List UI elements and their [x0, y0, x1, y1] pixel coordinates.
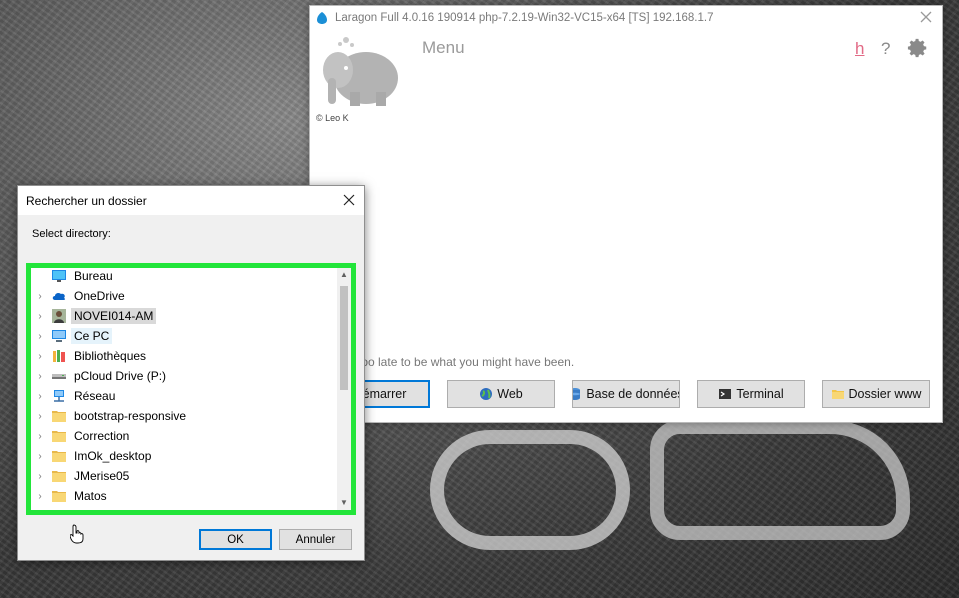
- www-folder-button-label: Dossier www: [848, 387, 922, 401]
- chevron-right-icon[interactable]: ›: [35, 471, 45, 482]
- help-button[interactable]: ?: [881, 39, 890, 59]
- computer-icon: [52, 330, 66, 342]
- tree-item[interactable]: › Ce PC: [31, 326, 113, 346]
- tree-item-label: Bibliothèques: [74, 349, 147, 363]
- tree-item[interactable]: › NOVEI014-AM: [31, 306, 157, 326]
- copyright-text: © Leo K: [316, 113, 349, 123]
- web-button[interactable]: Web: [447, 380, 555, 408]
- terminal-button[interactable]: Terminal: [697, 380, 805, 408]
- laragon-title: Laragon Full 4.0.16 190914 php-7.2.19-Wi…: [335, 12, 714, 24]
- wallpaper-shape: [430, 430, 630, 550]
- chevron-right-icon[interactable]: ›: [35, 311, 45, 322]
- dialog-titlebar[interactable]: Rechercher un dossier: [18, 186, 364, 215]
- folder-icon: [52, 431, 66, 442]
- folder-icon: [52, 411, 66, 422]
- select-directory-label: Select directory:: [32, 228, 111, 240]
- cancel-button[interactable]: Annuler: [279, 529, 352, 550]
- folder-tree-list: Bureau › OneDrive › NOVEI014-AM › Ce PC › Biblio…: [31, 268, 351, 510]
- chevron-right-icon[interactable]: ›: [35, 391, 45, 402]
- elephant-logo: [323, 37, 398, 106]
- tree-item[interactable]: › JMerise05: [31, 466, 132, 486]
- tree-item[interactable]: › Réseau: [31, 386, 118, 406]
- scroll-down-arrow[interactable]: ▼: [337, 496, 351, 510]
- wallpaper-shape: [650, 420, 910, 540]
- database-button[interactable]: Base de données: [572, 380, 680, 408]
- help-h-link[interactable]: h: [855, 39, 864, 59]
- chevron-right-icon[interactable]: ›: [35, 331, 45, 342]
- tree-item-label: pCloud Drive (P:): [74, 369, 167, 383]
- chevron-right-icon[interactable]: ›: [35, 491, 45, 502]
- terminal-button-label: Terminal: [736, 387, 784, 401]
- laragon-app-icon: [317, 12, 327, 24]
- menu-button[interactable]: Menu: [422, 38, 465, 58]
- tree-item-label: ImOk_desktop: [74, 449, 152, 463]
- chevron-right-icon[interactable]: ›: [35, 291, 45, 302]
- folder-icon: [52, 451, 66, 462]
- web-button-label: Web: [497, 387, 523, 401]
- scroll-thumb[interactable]: [340, 286, 348, 390]
- database-button-label: Base de données: [586, 387, 680, 401]
- ok-button[interactable]: OK: [199, 529, 272, 550]
- tree-item-label: OneDrive: [74, 289, 125, 303]
- dialog-title: Rechercher un dossier: [26, 193, 147, 208]
- globe-icon: [480, 388, 493, 400]
- chevron-right-icon[interactable]: ›: [35, 451, 45, 462]
- tree-item-label: Correction: [74, 429, 130, 443]
- folder-picker-dialog: Rechercher un dossier Select directory: …: [17, 185, 365, 561]
- hand-cursor-icon: [70, 524, 84, 544]
- chevron-right-icon[interactable]: ›: [35, 351, 45, 362]
- close-icon[interactable]: [918, 9, 934, 25]
- gear-icon[interactable]: [907, 37, 929, 59]
- tree-item-label: Bureau: [74, 269, 113, 283]
- tree-item[interactable]: Bureau: [31, 268, 116, 286]
- chevron-right-icon[interactable]: ›: [35, 411, 45, 422]
- www-folder-button[interactable]: Dossier www: [822, 380, 930, 408]
- close-icon[interactable]: [342, 193, 356, 207]
- folder-icon: [52, 491, 66, 502]
- laragon-titlebar[interactable]: Laragon Full 4.0.16 190914 php-7.2.19-Wi…: [310, 6, 942, 30]
- tree-item-label: NOVEI014-AM: [71, 308, 157, 324]
- tree-item-label: Réseau: [74, 389, 116, 403]
- scroll-up-arrow[interactable]: ▲: [337, 268, 351, 282]
- laragon-window: Laragon Full 4.0.16 190914 php-7.2.19-Wi…: [309, 5, 943, 423]
- tree-item-label: Ce PC: [71, 328, 113, 344]
- tree-item[interactable]: › Correction: [31, 426, 132, 446]
- library-icon: [53, 350, 65, 362]
- tree-item[interactable]: › Bibliothèques: [31, 346, 149, 366]
- chevron-right-icon[interactable]: ›: [35, 371, 45, 382]
- tree-item[interactable]: › pCloud Drive (P:): [31, 366, 169, 386]
- tree-item-label: bootstrap-responsive: [74, 409, 187, 423]
- tree-item[interactable]: › bootstrap-responsive: [31, 406, 189, 426]
- tree-item-label: Matos: [74, 489, 107, 503]
- folder-icon: [52, 471, 66, 482]
- drive-icon: [52, 374, 66, 379]
- tree-item[interactable]: › Matos: [31, 486, 110, 506]
- terminal-icon: [719, 389, 732, 399]
- network-icon: [54, 390, 64, 402]
- folder-tree[interactable]: Bureau › OneDrive › NOVEI014-AM › Ce PC › Biblio…: [26, 263, 356, 515]
- user-icon: [52, 309, 66, 323]
- database-icon: [573, 388, 581, 400]
- folder-icon: [831, 390, 844, 399]
- chevron-right-icon[interactable]: ›: [35, 431, 45, 442]
- tree-item[interactable]: › OneDrive: [31, 286, 128, 306]
- quote-text: er too late to be what you might have be…: [344, 355, 575, 369]
- tree-scrollbar[interactable]: ▲ ▼: [337, 268, 351, 510]
- tree-item-label: JMerise05: [74, 469, 130, 483]
- desktop-icon: [52, 270, 66, 282]
- cloud-icon: [52, 292, 66, 300]
- tree-item[interactable]: › ImOk_desktop: [31, 446, 154, 466]
